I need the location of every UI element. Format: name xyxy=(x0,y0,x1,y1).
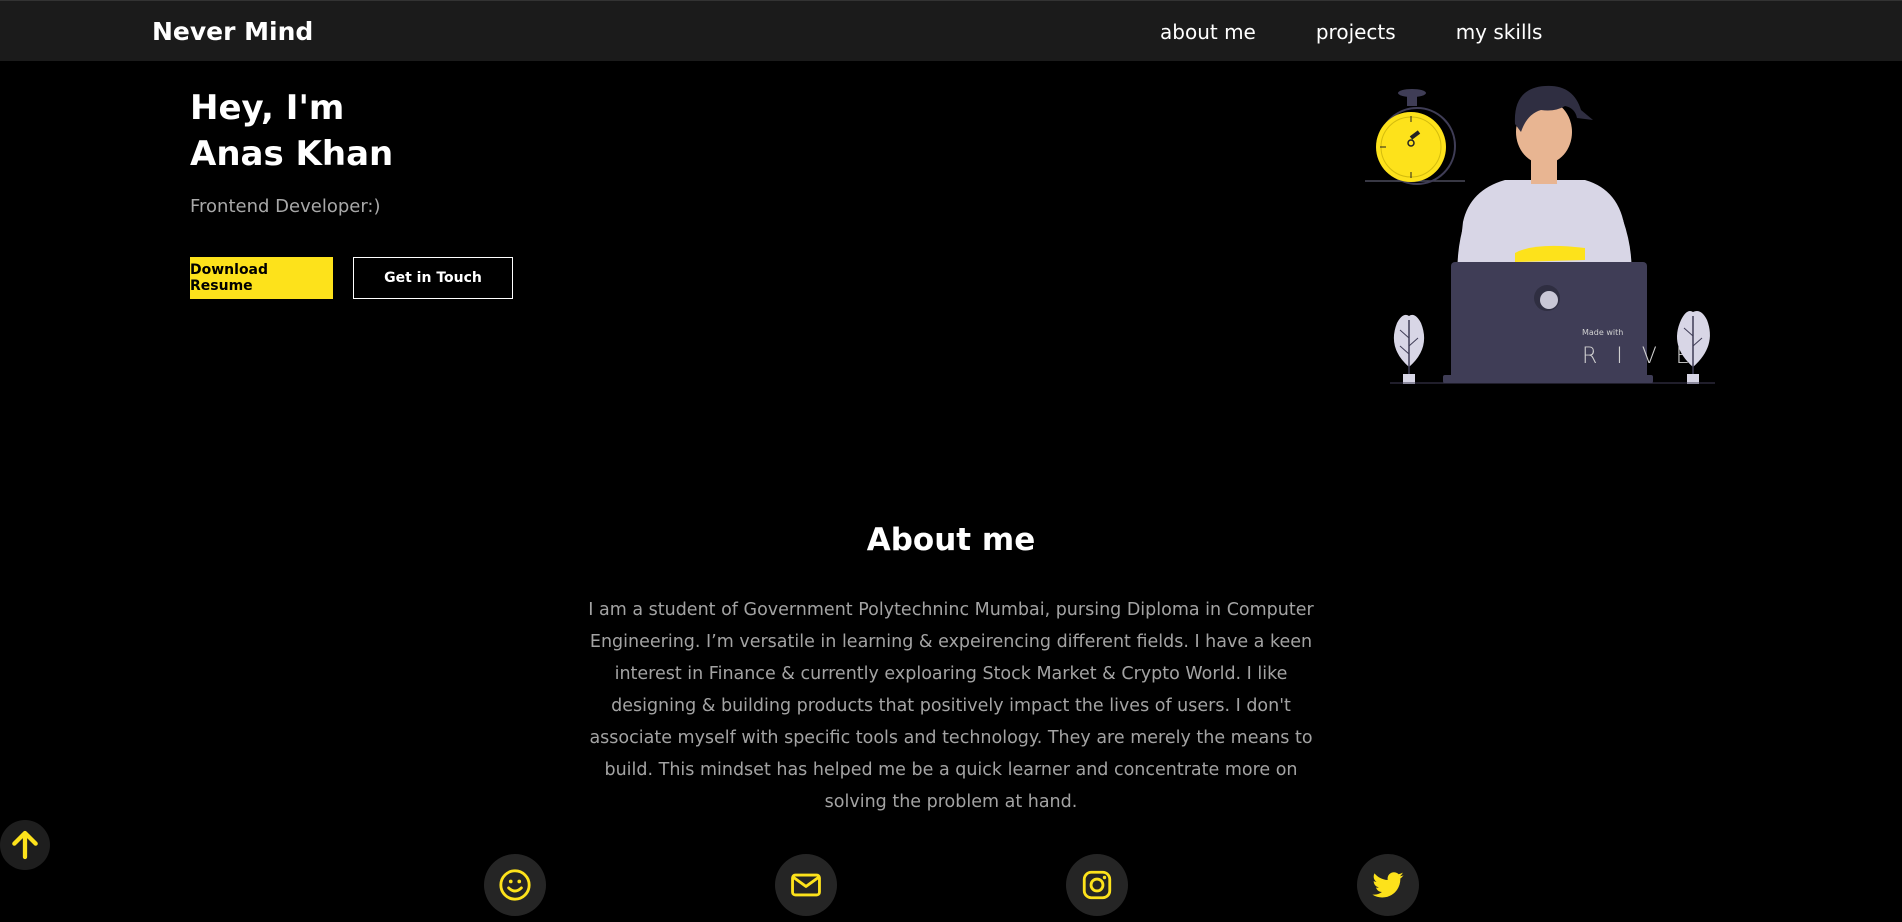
brand-logo[interactable]: Never Mind xyxy=(152,17,313,46)
hero-greeting: Hey, I'm xyxy=(190,88,345,128)
hero-subtitle: Frontend Developer:) xyxy=(190,196,381,217)
developer-illustration: Made with R I V E xyxy=(1365,85,1715,384)
made-with-label: Made with xyxy=(1582,328,1623,337)
nav-link-my-skills[interactable]: my skills xyxy=(1456,20,1543,44)
download-resume-button[interactable]: Download Resume xyxy=(190,257,333,299)
hero-heading: Hey, I'm Anas Khan xyxy=(190,85,393,177)
instagram-icon-button[interactable] xyxy=(1066,854,1128,916)
scroll-to-top-button[interactable] xyxy=(0,820,50,870)
nav-link-projects[interactable]: projects xyxy=(1316,20,1396,44)
stopwatch-icon xyxy=(1365,89,1465,185)
left-plant-icon xyxy=(1393,314,1425,384)
mail-icon xyxy=(791,873,821,897)
top-navbar: Never Mind about me projects my skills xyxy=(0,0,1902,61)
arrow-up-icon xyxy=(12,830,38,860)
hero-illustration: Made with R I V E xyxy=(1355,80,1725,390)
nav-links: about me projects my skills xyxy=(1160,20,1542,44)
instagram-icon xyxy=(1082,870,1112,900)
mail-icon-button[interactable] xyxy=(775,854,837,916)
hero-name: Anas Khan xyxy=(190,134,394,174)
right-plant-icon xyxy=(1677,311,1710,384)
about-paragraph: I am a student of Government Polytechnin… xyxy=(588,600,1314,812)
smile-icon-button[interactable] xyxy=(484,854,546,916)
about-title: About me xyxy=(866,522,1036,558)
twitter-icon-button[interactable] xyxy=(1357,854,1419,916)
get-in-touch-button[interactable]: Get in Touch xyxy=(353,257,513,299)
smile-icon xyxy=(499,869,531,901)
rive-wordmark: R I V E xyxy=(1582,344,1696,369)
nav-link-about-me[interactable]: about me xyxy=(1160,20,1256,44)
twitter-icon xyxy=(1372,872,1404,898)
